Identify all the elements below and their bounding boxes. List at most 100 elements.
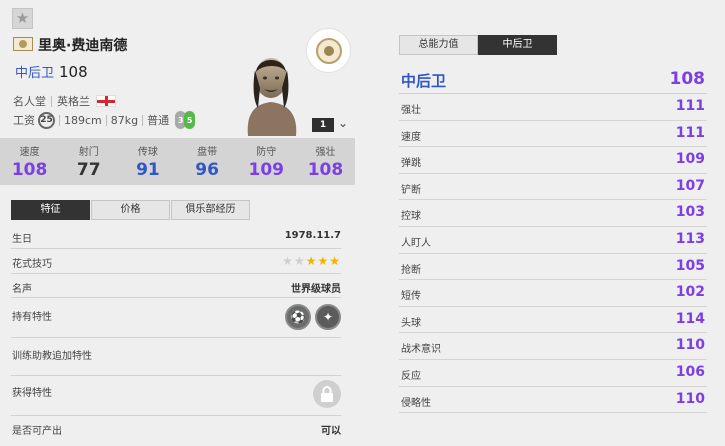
acquired-traits-label: 获得特性 xyxy=(12,388,52,399)
attribute-value: 111 xyxy=(675,124,705,141)
stat-cell: 速度 108 xyxy=(0,138,59,185)
attribute-value: 103 xyxy=(675,204,705,221)
attribute-row: 反应 106 xyxy=(399,360,707,387)
position-rating-row: 中后卫 108 xyxy=(399,68,707,94)
ability-tabs: 总能力值 中后卫 xyxy=(399,35,557,55)
england-flag-icon xyxy=(96,95,116,107)
attribute-row: 抢断 105 xyxy=(399,254,707,281)
club-name: 名人堂 xyxy=(13,95,46,108)
strong-foot-icon: 5 xyxy=(184,111,196,129)
attribute-value: 114 xyxy=(675,310,705,327)
birthday-row: 生日 1978.11.7 xyxy=(11,224,341,249)
attribute-row: 强壮 111 xyxy=(399,94,707,121)
detail-tabs: 特征 价格 俱乐部经历 xyxy=(11,200,251,220)
stat-label: 强壮 xyxy=(315,147,336,158)
attribute-label: 短传 xyxy=(401,291,421,303)
attribute-row: 铲断 107 xyxy=(399,174,707,201)
enhance-level-badge[interactable]: 1 xyxy=(312,118,334,132)
star-icon: ★ xyxy=(293,254,306,268)
body-type: 普通 xyxy=(147,114,170,127)
attribute-row: 控球 103 xyxy=(399,200,707,227)
position-overall: 中后卫 108 xyxy=(15,62,88,81)
attribute-value: 110 xyxy=(675,337,705,354)
stat-value: 96 xyxy=(195,160,219,180)
player-portrait xyxy=(247,58,297,136)
attribute-label: 人盯人 xyxy=(401,238,431,249)
reputation-value: 世界级球员 xyxy=(291,284,341,295)
attribute-value: 109 xyxy=(675,151,705,168)
attribute-value: 113 xyxy=(675,231,705,247)
acquired-traits-row: 获得特性 xyxy=(11,376,341,416)
long-ball-trait-icon[interactable]: ⚽ xyxy=(285,304,311,330)
reputation-row: 名声 世界级球员 xyxy=(11,274,341,298)
attribute-row: 短传 102 xyxy=(399,280,707,307)
attribute-label: 铲断 xyxy=(401,184,421,196)
birthday-value: 1978.11.7 xyxy=(284,230,341,241)
skill-moves-row: 花式技巧 ★★★★★ xyxy=(11,249,341,274)
stat-label: 防守 xyxy=(256,147,277,158)
player-name: 里奥·费迪南德 xyxy=(38,38,128,54)
stat-label: 速度 xyxy=(19,147,40,158)
attribute-label: 弹跳 xyxy=(401,158,421,170)
position-rating-value: 108 xyxy=(669,69,706,89)
producible-label: 是否可产出 xyxy=(12,426,62,437)
skill-moves-label: 花式技巧 xyxy=(12,259,52,270)
stat-value: 108 xyxy=(11,160,48,180)
attribute-value: 111 xyxy=(675,98,705,114)
stat-cell: 防守 109 xyxy=(237,138,296,185)
attribute-row: 战术意识 110 xyxy=(399,333,707,360)
attribute-label: 强壮 xyxy=(401,105,421,116)
coach-traits-label: 训练助教追加特性 xyxy=(12,351,92,362)
stat-cell: 盘带 96 xyxy=(178,138,237,185)
stat-band: 速度 108 射门 77 传球 91 盘带 96 防守 109 强壮 108 xyxy=(0,138,355,185)
stat-value: 91 xyxy=(136,160,160,180)
stat-cell: 射门 77 xyxy=(59,138,118,185)
tab-traits[interactable]: 特征 xyxy=(11,200,90,220)
coach-traits-row: 训练助教追加特性 xyxy=(11,338,341,376)
star-icon: ★ xyxy=(282,254,294,268)
attribute-label: 控球 xyxy=(401,211,421,223)
birthday-label: 生日 xyxy=(12,234,32,245)
attribute-row: 人盯人 113 xyxy=(399,227,707,254)
club-nation-row: 名人堂 英格兰 xyxy=(13,93,116,109)
attribute-value: 110 xyxy=(675,390,705,407)
foot-rating: 3 5 xyxy=(175,111,196,129)
season-badge-icon xyxy=(13,37,33,51)
attribute-value: 106 xyxy=(675,364,705,380)
stat-cell: 传球 91 xyxy=(118,138,177,185)
attribute-value: 107 xyxy=(675,177,705,194)
skill-moves-stars: ★★★★★ xyxy=(282,254,341,268)
wage-value: 25 xyxy=(38,111,55,129)
tab-club-history[interactable]: 俱乐部经历 xyxy=(171,200,250,220)
tab-price[interactable]: 价格 xyxy=(91,200,170,220)
position-rating-label: 中后卫 xyxy=(401,72,447,90)
attribute-row: 速度 111 xyxy=(399,121,707,148)
reputation-label: 名声 xyxy=(12,284,32,295)
player-position: 中后卫 xyxy=(15,66,55,81)
solid-player-trait-icon[interactable]: ✦ xyxy=(315,304,341,330)
tab-position-ability[interactable]: 中后卫 xyxy=(478,35,557,55)
attribute-label: 反应 xyxy=(401,371,421,382)
tab-overall-ability[interactable]: 总能力值 xyxy=(399,35,478,55)
physical-row: 工资 25 189cm 87kg 普通 3 5 xyxy=(13,111,196,129)
favorite-star-icon[interactable]: ★ xyxy=(12,8,33,29)
stat-value: 77 xyxy=(76,160,101,180)
attribute-label: 速度 xyxy=(401,131,421,143)
stat-cell: 强壮 108 xyxy=(296,138,355,185)
producible-value: 可以 xyxy=(321,426,341,437)
attribute-row: 侵略性 110 xyxy=(399,387,707,414)
attribute-row: 头球 114 xyxy=(399,307,707,334)
traits-row: 持有特性 ⚽ ✦ xyxy=(11,298,341,338)
attribute-value: 105 xyxy=(675,257,705,274)
attribute-label: 抢断 xyxy=(401,264,421,276)
weight: 87kg xyxy=(110,113,139,127)
height: 189cm xyxy=(64,113,102,127)
club-badge-icon xyxy=(306,28,351,73)
producible-row: 是否可产出 可以 xyxy=(11,416,341,441)
stat-value: 109 xyxy=(248,160,285,180)
star-icon: ★ xyxy=(305,254,318,268)
star-icon: ★ xyxy=(317,254,330,268)
chevron-down-icon[interactable]: ⌄ xyxy=(338,116,348,130)
attribute-value: 102 xyxy=(675,284,705,301)
lock-icon xyxy=(313,380,341,408)
